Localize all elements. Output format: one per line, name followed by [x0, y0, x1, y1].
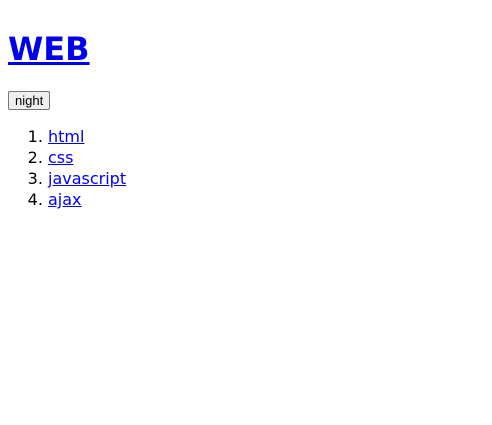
list-item: css: [48, 147, 484, 168]
page-heading: WEB: [8, 29, 484, 69]
list-item: html: [48, 126, 484, 147]
list-item: javascript: [48, 168, 484, 189]
topic-link-css[interactable]: css: [48, 148, 73, 167]
topic-list: html css javascript ajax: [8, 126, 484, 210]
list-item: ajax: [48, 189, 484, 210]
topic-link-ajax[interactable]: ajax: [48, 190, 82, 209]
night-mode-button[interactable]: [8, 91, 51, 110]
page: WEB html css javascript ajax: [0, 0, 492, 425]
topic-link-javascript[interactable]: javascript: [48, 169, 126, 188]
topic-link-html[interactable]: html: [48, 127, 84, 146]
page-title-link[interactable]: WEB: [8, 30, 90, 68]
